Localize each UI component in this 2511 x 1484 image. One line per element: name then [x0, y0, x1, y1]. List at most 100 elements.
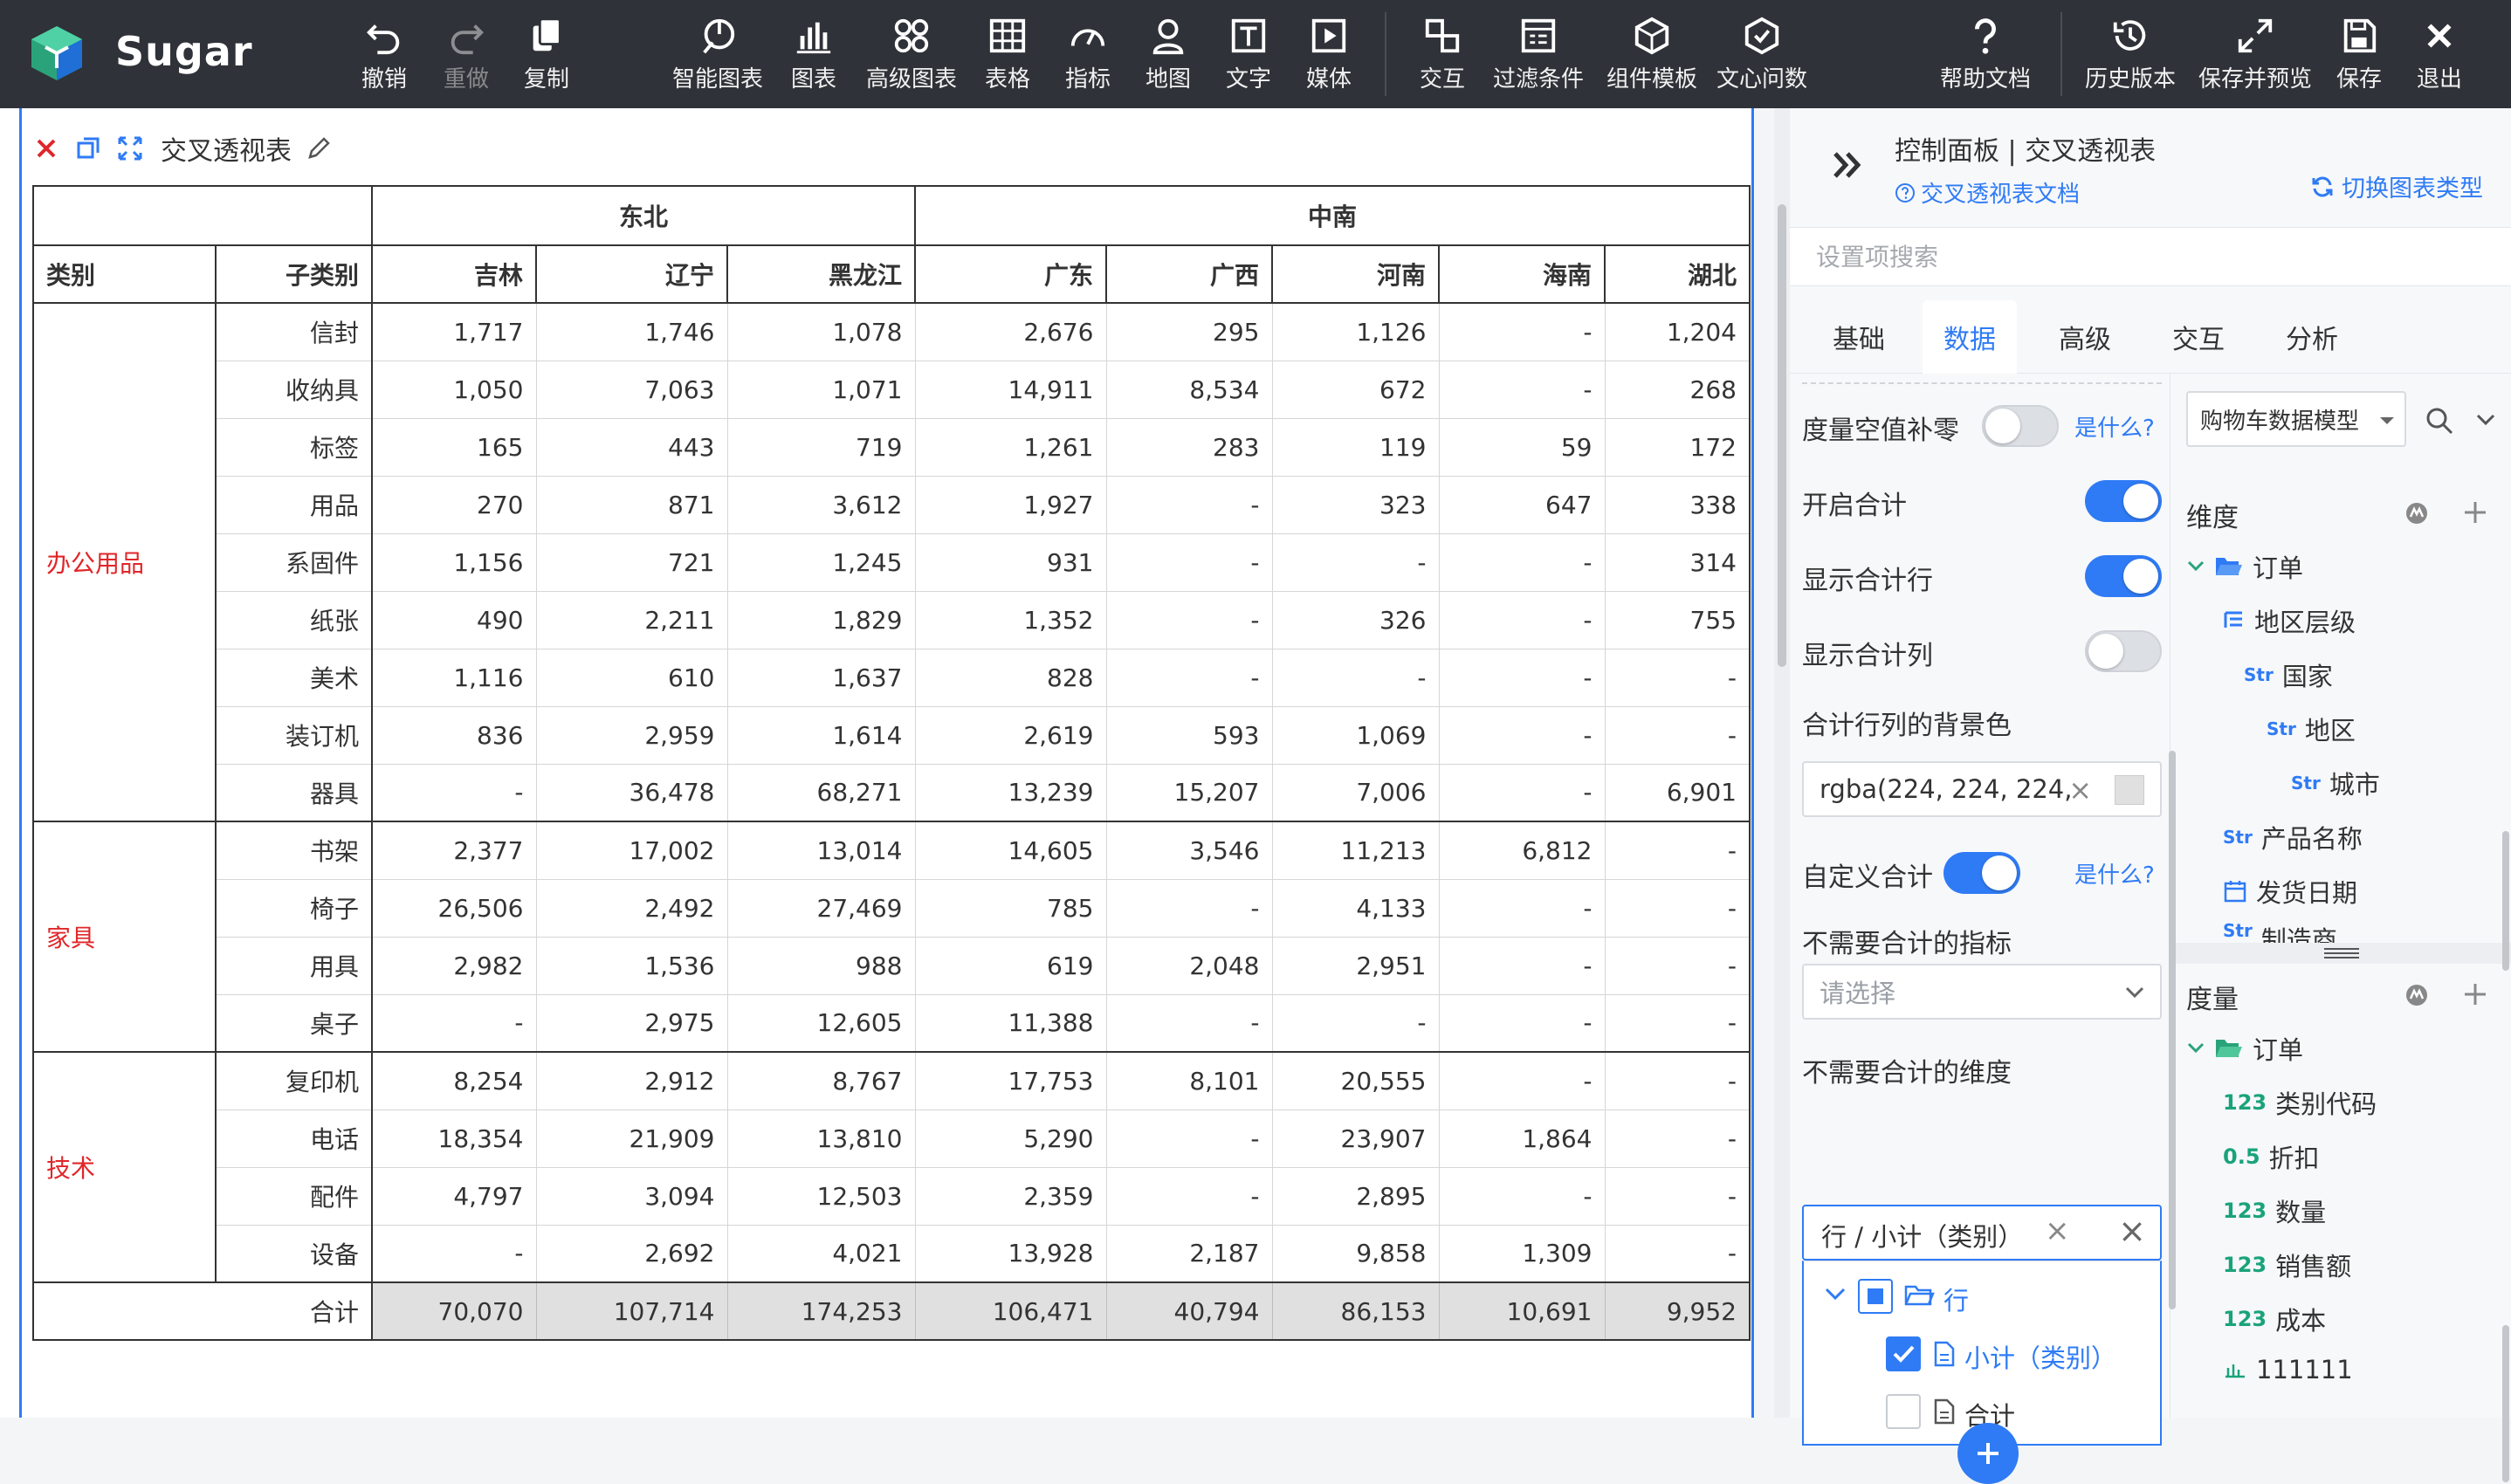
duplicate-widget-button[interactable] [73, 134, 103, 163]
copy-button[interactable]: 复制 [524, 16, 569, 96]
model-icon[interactable] [2404, 983, 2429, 1007]
tree-subtotal-checkbox[interactable] [1886, 1336, 1921, 1371]
tab-analysis[interactable]: 分析 [2267, 300, 2357, 374]
metric-button[interactable]: 指标 [1065, 16, 1111, 96]
clear-all-icon[interactable]: × [2118, 1212, 2146, 1250]
value-cell: - [1604, 878, 1751, 938]
smart-chart-button[interactable]: 智能图表 [672, 16, 763, 96]
show-total-row-toggle[interactable] [2085, 555, 2162, 597]
clear-icon[interactable]: × [2068, 773, 2092, 807]
value-cell: 9,858 [1271, 1224, 1440, 1283]
tab-advanced[interactable]: 高级 [2038, 300, 2132, 374]
chevron-down-icon[interactable] [1823, 1286, 1847, 1303]
map-button[interactable]: 地图 [1145, 16, 1191, 96]
ai-ask-button[interactable]: 文心问数 [1716, 16, 1807, 96]
custom-total-help-link[interactable]: 是什么? [2074, 857, 2155, 890]
delete-widget-button[interactable] [31, 134, 61, 163]
search-icon[interactable] [2424, 405, 2455, 436]
plus-icon[interactable] [2462, 499, 2488, 526]
redo-button[interactable]: 重做 [444, 16, 489, 96]
custom-total-toggle[interactable] [1943, 852, 2020, 894]
total-bg-color-input[interactable]: rgba(224, 224, 224, × [1802, 761, 2162, 817]
enable-total-toggle[interactable] [2085, 480, 2162, 522]
value-cell: 2,982 [371, 936, 537, 995]
close-icon [2427, 24, 2452, 48]
text-button[interactable]: 文字 [1226, 16, 1271, 96]
tab-interaction[interactable]: 交互 [2153, 300, 2244, 374]
value-cell: 17,753 [914, 1051, 1107, 1110]
section-resize-handle[interactable] [2170, 943, 2511, 964]
table-button[interactable]: 表格 [985, 16, 1030, 96]
tree-total-checkbox[interactable] [1886, 1394, 1921, 1429]
exit-button[interactable]: 退出 [2417, 16, 2462, 96]
panel-splitter[interactable] [1774, 108, 1790, 1418]
edit-title-button[interactable] [304, 134, 334, 163]
measure-folder[interactable]: 订单 [2186, 1030, 2303, 1067]
dimension-item[interactable]: Str 国家 [2244, 656, 2333, 693]
chevron-down-icon[interactable] [2474, 412, 2497, 428]
dimension-item[interactable]: 地区层级 [2223, 602, 2356, 639]
chart-button[interactable]: 图表 [791, 16, 836, 96]
tab-basic[interactable]: 基础 [1811, 300, 1907, 374]
measure-item[interactable]: 123 数量 [2223, 1192, 2326, 1229]
save-preview-button[interactable]: 保存并预览 [2198, 16, 2312, 96]
value-cell: 828 [914, 648, 1107, 707]
dimension-folder[interactable]: 订单 [2186, 548, 2303, 585]
tab-data[interactable]: 数据 [1923, 300, 2017, 374]
switch-chart-type-link[interactable]: 切换图表类型 [2310, 169, 2483, 203]
show-total-col-toggle[interactable] [2085, 630, 2162, 672]
subcategory-cell: 标签 [215, 417, 373, 477]
history-button[interactable]: 历史版本 [2085, 16, 2176, 96]
value-cell: 13,928 [914, 1224, 1107, 1283]
measure-item[interactable]: 123 类别代码 [2223, 1084, 2377, 1121]
template-button[interactable]: 组件模板 [1606, 16, 1697, 96]
tree-subtotal-label[interactable]: 小计（类别） [1964, 1338, 2116, 1375]
caret-down-icon [2380, 417, 2394, 424]
dimension-item[interactable]: Str 城市 [2291, 765, 2380, 801]
tree-root-checkbox[interactable] [1858, 1279, 1893, 1314]
settings-scrollbar[interactable] [2169, 751, 2176, 1309]
help-doc-button[interactable]: 帮助文档 [1940, 16, 2031, 96]
plus-icon[interactable] [2462, 981, 2488, 1007]
interaction-button[interactable]: 交互 [1420, 16, 1465, 96]
measure-item[interactable]: 123 销售额 [2223, 1247, 2351, 1283]
no-total-metric-select[interactable]: 请选择 [1802, 964, 2162, 1020]
undo-button[interactable]: 撤销 [361, 16, 407, 96]
value-cell: 1,309 [1438, 1224, 1606, 1283]
value-cell: 1,261 [914, 417, 1107, 477]
value-cell: 323 [1271, 475, 1440, 534]
splitter-grip[interactable] [1778, 204, 1786, 667]
media-button[interactable]: 媒体 [1306, 16, 1352, 96]
tree-root-label[interactable]: 行 [1943, 1281, 1969, 1317]
scrollbar[interactable] [2502, 831, 2509, 971]
filter-button[interactable]: 过滤条件 [1493, 16, 1584, 96]
table-row: 装订机 836 2,959 1,614 2,619 593 1,069- - [33, 705, 1751, 765]
measure-item[interactable]: 0.5 折扣 [2223, 1138, 2320, 1175]
remove-tag-icon[interactable]: × [2045, 1213, 2070, 1248]
null-zero-help-link[interactable]: 是什么? [2074, 410, 2155, 443]
data-model-select[interactable]: 购物车数据模型 [2186, 391, 2406, 447]
value-cell: 2,187 [1105, 1224, 1273, 1283]
dimension-item[interactable]: Str 产品名称 [2223, 819, 2363, 855]
value-cell: 11,388 [914, 993, 1107, 1053]
value-cell: 2,676 [914, 302, 1107, 361]
no-total-dim-select[interactable]: 行 / 小计（类别） × × [1802, 1205, 2162, 1261]
settings-search [1790, 227, 2511, 286]
fullscreen-widget-button[interactable] [115, 134, 145, 163]
widget-selection-border [19, 108, 22, 1418]
save-button[interactable]: 保存 [2336, 16, 2382, 96]
scrollbar[interactable] [2502, 1325, 2509, 1482]
dimension-item[interactable]: 发货日期 [2223, 873, 2357, 910]
color-swatch[interactable] [2115, 775, 2144, 805]
measure-item[interactable]: 123 成本 [2223, 1301, 2326, 1337]
advanced-chart-button[interactable]: 高级图表 [866, 16, 957, 96]
double-chevron-right-icon[interactable] [1828, 143, 1872, 187]
settings-search-input[interactable] [1790, 228, 2511, 285]
model-icon[interactable] [2404, 501, 2429, 526]
add-rule-button[interactable] [1957, 1423, 2019, 1484]
chart-doc-link[interactable]: 交叉透视表文档 [1895, 176, 2080, 209]
dimension-item[interactable]: Str 地区 [2267, 711, 2356, 747]
measure-item[interactable]: 111111 [2223, 1355, 2353, 1384]
total-cell: 10,691 [1438, 1281, 1606, 1341]
null-zero-toggle[interactable] [1982, 405, 2059, 447]
